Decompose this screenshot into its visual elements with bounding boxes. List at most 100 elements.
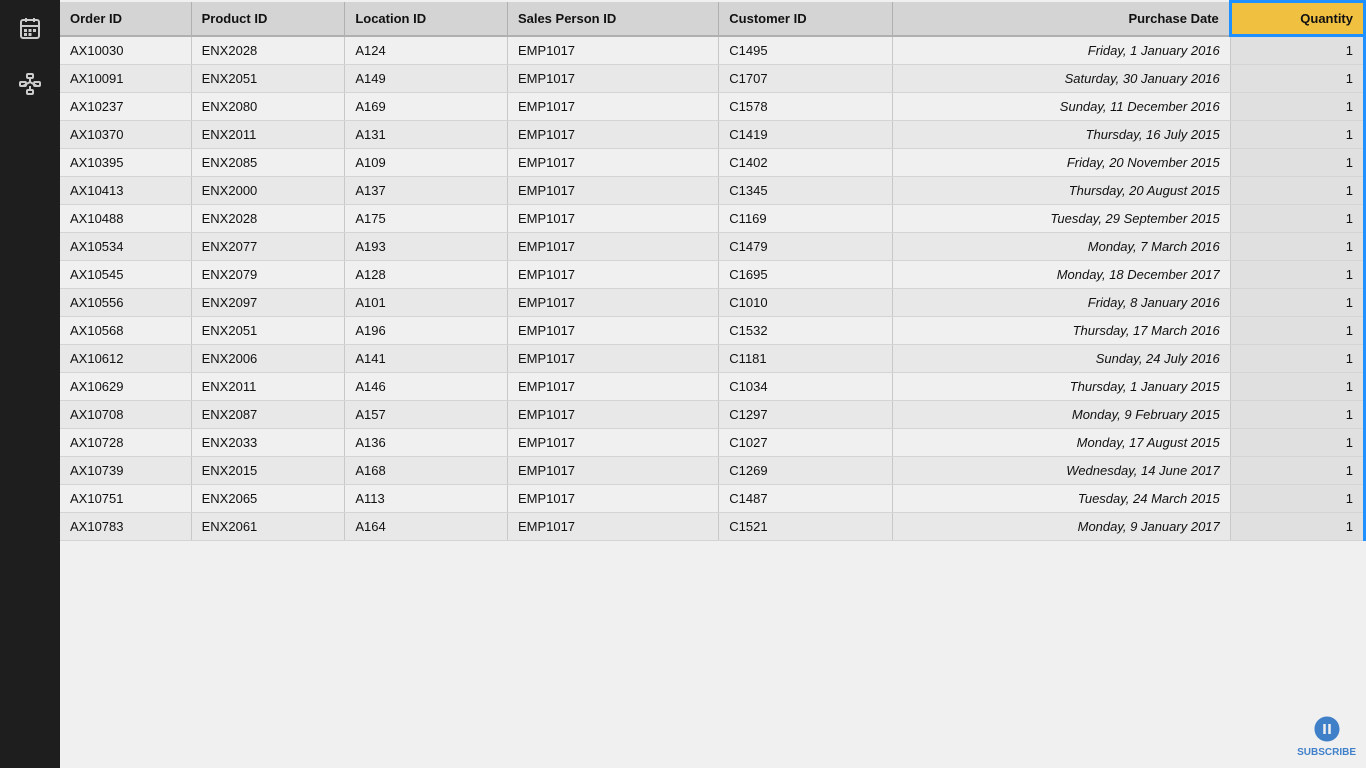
cell-order_id: AX10488: [60, 205, 191, 233]
cell-product_id: ENX2079: [191, 261, 345, 289]
table-row: AX10728ENX2033A136EMP1017C1027Monday, 17…: [60, 429, 1365, 457]
cell-product_id: ENX2097: [191, 289, 345, 317]
cell-customer_id: C1027: [719, 429, 893, 457]
cell-customer_id: C1532: [719, 317, 893, 345]
col-header-customer-id[interactable]: Customer ID: [719, 2, 893, 36]
table-row: AX10708ENX2087A157EMP1017C1297Monday, 9 …: [60, 401, 1365, 429]
cell-purchase-date: Monday, 9 January 2017: [893, 513, 1230, 541]
cell-sales_person_id: EMP1017: [507, 513, 718, 541]
cell-product_id: ENX2011: [191, 121, 345, 149]
cell-order_id: AX10545: [60, 261, 191, 289]
cell-location_id: A136: [345, 429, 508, 457]
cell-sales_person_id: EMP1017: [507, 93, 718, 121]
cell-location_id: A101: [345, 289, 508, 317]
table-row: AX10751ENX2065A113EMP1017C1487Tuesday, 2…: [60, 485, 1365, 513]
main-content: Order ID Product ID Location ID Sales Pe…: [60, 0, 1366, 768]
table-row: AX10488ENX2028A175EMP1017C1169Tuesday, 2…: [60, 205, 1365, 233]
cell-product_id: ENX2028: [191, 205, 345, 233]
cell-order_id: AX10395: [60, 149, 191, 177]
table-row: AX10612ENX2006A141EMP1017C1181Sunday, 24…: [60, 345, 1365, 373]
cell-product_id: ENX2087: [191, 401, 345, 429]
cell-sales_person_id: EMP1017: [507, 261, 718, 289]
cell-product_id: ENX2051: [191, 65, 345, 93]
cell-purchase-date: Monday, 9 February 2015: [893, 401, 1230, 429]
cell-quantity: 1: [1230, 345, 1364, 373]
cell-sales_person_id: EMP1017: [507, 177, 718, 205]
table-row: AX10534ENX2077A193EMP1017C1479Monday, 7 …: [60, 233, 1365, 261]
col-header-quantity[interactable]: Quantity: [1230, 2, 1364, 36]
subscribe-label: SUBSCRIBE: [1297, 747, 1356, 758]
sidebar: [0, 0, 60, 768]
col-header-order-id[interactable]: Order ID: [60, 2, 191, 36]
cell-customer_id: C1034: [719, 373, 893, 401]
table-row: AX10545ENX2079A128EMP1017C1695Monday, 18…: [60, 261, 1365, 289]
cell-order_id: AX10413: [60, 177, 191, 205]
cell-customer_id: C1578: [719, 93, 893, 121]
cell-location_id: A175: [345, 205, 508, 233]
cell-product_id: ENX2006: [191, 345, 345, 373]
cell-purchase-date: Thursday, 1 January 2015: [893, 373, 1230, 401]
cell-product_id: ENX2028: [191, 36, 345, 65]
cell-sales_person_id: EMP1017: [507, 401, 718, 429]
cell-order_id: AX10751: [60, 485, 191, 513]
cell-location_id: A168: [345, 457, 508, 485]
cell-order_id: AX10612: [60, 345, 191, 373]
cell-location_id: A113: [345, 485, 508, 513]
cell-order_id: AX10534: [60, 233, 191, 261]
cell-purchase-date: Tuesday, 29 September 2015: [893, 205, 1230, 233]
cell-location_id: A196: [345, 317, 508, 345]
table-header-row: Order ID Product ID Location ID Sales Pe…: [60, 2, 1365, 36]
cell-product_id: ENX2080: [191, 93, 345, 121]
table-row: AX10370ENX2011A131EMP1017C1419Thursday, …: [60, 121, 1365, 149]
table-row: AX10237ENX2080A169EMP1017C1578Sunday, 11…: [60, 93, 1365, 121]
cell-customer_id: C1479: [719, 233, 893, 261]
data-table: Order ID Product ID Location ID Sales Pe…: [60, 0, 1366, 541]
col-header-sales-person-id[interactable]: Sales Person ID: [507, 2, 718, 36]
network-icon[interactable]: [12, 66, 48, 102]
cell-location_id: A164: [345, 513, 508, 541]
cell-order_id: AX10629: [60, 373, 191, 401]
cell-location_id: A124: [345, 36, 508, 65]
col-header-product-id[interactable]: Product ID: [191, 2, 345, 36]
cell-purchase-date: Friday, 8 January 2016: [893, 289, 1230, 317]
cell-purchase-date: Friday, 1 January 2016: [893, 36, 1230, 65]
data-table-wrapper[interactable]: Order ID Product ID Location ID Sales Pe…: [60, 0, 1366, 768]
cell-location_id: A109: [345, 149, 508, 177]
cell-location_id: A169: [345, 93, 508, 121]
cell-order_id: AX10556: [60, 289, 191, 317]
table-row: AX10030ENX2028A124EMP1017C1495Friday, 1 …: [60, 36, 1365, 65]
table-row: AX10091ENX2051A149EMP1017C1707Saturday, …: [60, 65, 1365, 93]
cell-customer_id: C1402: [719, 149, 893, 177]
cell-customer_id: C1169: [719, 205, 893, 233]
cell-location_id: A141: [345, 345, 508, 373]
cell-order_id: AX10091: [60, 65, 191, 93]
cell-purchase-date: Monday, 17 August 2015: [893, 429, 1230, 457]
cell-quantity: 1: [1230, 289, 1364, 317]
cell-quantity: 1: [1230, 177, 1364, 205]
cell-customer_id: C1010: [719, 289, 893, 317]
table-row: AX10568ENX2051A196EMP1017C1532Thursday, …: [60, 317, 1365, 345]
cell-sales_person_id: EMP1017: [507, 121, 718, 149]
cell-purchase-date: Friday, 20 November 2015: [893, 149, 1230, 177]
cell-order_id: AX10783: [60, 513, 191, 541]
col-header-location-id[interactable]: Location ID: [345, 2, 508, 36]
cell-quantity: 1: [1230, 429, 1364, 457]
cell-product_id: ENX2000: [191, 177, 345, 205]
cell-order_id: AX10739: [60, 457, 191, 485]
table-row: AX10629ENX2011A146EMP1017C1034Thursday, …: [60, 373, 1365, 401]
cell-customer_id: C1695: [719, 261, 893, 289]
cell-customer_id: C1269: [719, 457, 893, 485]
calendar-icon[interactable]: [12, 10, 48, 46]
cell-location_id: A128: [345, 261, 508, 289]
cell-location_id: A146: [345, 373, 508, 401]
col-header-purchase-date[interactable]: Purchase Date: [893, 2, 1230, 36]
cell-quantity: 1: [1230, 261, 1364, 289]
cell-purchase-date: Wednesday, 14 June 2017: [893, 457, 1230, 485]
cell-quantity: 1: [1230, 401, 1364, 429]
cell-purchase-date: Sunday, 24 July 2016: [893, 345, 1230, 373]
subscribe-badge: SUBSCRIBE: [1297, 714, 1356, 758]
cell-sales_person_id: EMP1017: [507, 65, 718, 93]
cell-product_id: ENX2077: [191, 233, 345, 261]
cell-location_id: A131: [345, 121, 508, 149]
cell-product_id: ENX2051: [191, 317, 345, 345]
